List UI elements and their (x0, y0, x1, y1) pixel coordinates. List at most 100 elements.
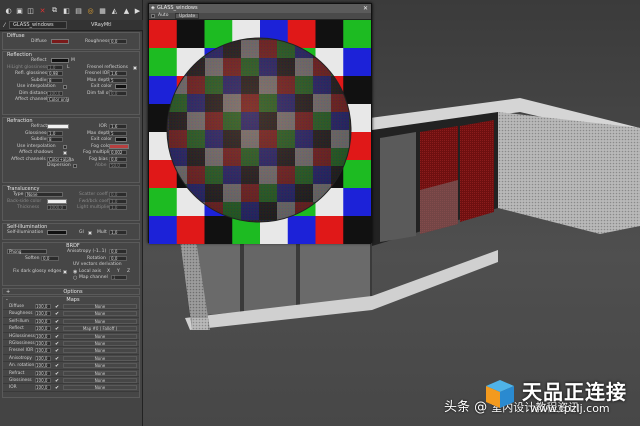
map-row: Diffuse 100,0 ✔ None (3, 303, 139, 311)
close-icon[interactable]: ✕ (363, 4, 368, 13)
back-side-color-swatch[interactable] (47, 198, 67, 204)
abbe-label: Abbe (95, 163, 107, 168)
refr-exit-color-swatch[interactable] (115, 137, 127, 142)
fwd-bck-spinner[interactable]: 1,0 (109, 198, 127, 204)
map-slot-button[interactable]: None (63, 311, 137, 317)
dispersion-checkbox[interactable] (73, 164, 77, 168)
pick-material-icon[interactable]: ◐ (4, 6, 13, 15)
fog-color-swatch[interactable] (109, 143, 129, 149)
refr-use-interp-checkbox[interactable] (63, 144, 67, 149)
self-illum-mult-spinner[interactable]: 1,0 (109, 230, 127, 235)
map-slot-button[interactable]: None (63, 340, 137, 346)
refract-color-swatch[interactable] (47, 124, 69, 129)
watermark-brand: 天品正连接 (522, 380, 627, 404)
show-end-result-icon[interactable]: ◭ (110, 6, 119, 15)
refl-use-interp-checkbox[interactable] (63, 85, 67, 89)
material-parameters-panel[interactable]: Diffuse Diffuse Roughness 0,0 Reflection… (0, 32, 143, 426)
map-slot-name: Self-illum (9, 318, 29, 324)
light-mult-spinner[interactable]: 1,0 (109, 205, 127, 210)
material-name-bar: ⁄ GLASS_windows VRayMtl (0, 20, 143, 31)
map-amount-spinner[interactable]: 100,0 (35, 318, 51, 324)
rotation-spinner[interactable]: 0,0 (109, 255, 127, 261)
map-enable-checkbox[interactable]: ✔ (55, 385, 59, 392)
eyedropper-icon[interactable]: ⁄ (4, 22, 5, 29)
map-channel-radio-icon[interactable]: ○ (73, 275, 77, 282)
map-slot-button[interactable]: None (63, 333, 137, 339)
copy-material-icon[interactable]: ⧉ (50, 6, 59, 15)
ior-spinner[interactable]: 1,6 (109, 124, 127, 129)
show-map-icon[interactable]: ▦ (98, 6, 107, 15)
map-amount-spinner[interactable]: 100,0 (35, 363, 51, 369)
map-slot-button[interactable]: None (63, 348, 137, 354)
map-amount-spinner[interactable]: 100,0 (35, 311, 51, 317)
go-to-parent-icon[interactable]: ▲ (122, 6, 131, 15)
assign-material-icon[interactable]: ◫ (26, 6, 35, 15)
put-to-library-icon[interactable]: ▤ (74, 6, 83, 15)
go-forward-icon[interactable]: ▶ (133, 6, 142, 15)
map-amount-spinner[interactable]: 100,0 (35, 333, 51, 339)
map-row: Glossiness 100,0 ✔ None (3, 377, 139, 385)
map-amount-spinner[interactable]: 100,0 (35, 326, 51, 332)
soften-spinner[interactable]: 0,0 (41, 255, 59, 261)
fog-bias-spinner[interactable]: 0,0 (109, 156, 127, 162)
map-amount-spinner[interactable]: 100,0 (35, 355, 51, 361)
translucency-type-dropdown[interactable]: None (25, 192, 63, 197)
auto-checkbox[interactable] (151, 14, 155, 18)
scatter-coeff-spinner[interactable]: 0,0 (109, 192, 127, 197)
brdf-type-dropdown[interactable]: Phong (7, 249, 47, 254)
map-slot-button[interactable]: None (63, 318, 137, 324)
preview-window-titlebar[interactable]: ◈ GLASS_windows ✕ (149, 4, 371, 13)
refr-gloss-spinner[interactable]: 1,0 (47, 130, 63, 136)
self-illum-gi-checkbox[interactable] (88, 231, 92, 235)
dim-distance-spinner[interactable]: 100,0 (47, 90, 63, 96)
map-channel-spinner[interactable]: 1 (111, 275, 127, 280)
material-name-field[interactable]: GLASS_windows (9, 21, 68, 29)
make-unique-icon[interactable]: ◧ (62, 6, 71, 15)
fog-mult-spinner[interactable]: 0,002 (109, 150, 127, 155)
refr-affect-channels-dropdown[interactable]: Color+alpha (47, 156, 74, 162)
dim-falloff-spinner[interactable]: 0,0 (109, 90, 127, 96)
options-rollout[interactable]: + Options (2, 288, 140, 295)
fresnel-ior-spinner[interactable]: 1,6 (109, 71, 127, 76)
map-amount-spinner[interactable]: 100,0 (35, 385, 51, 391)
material-preview-window[interactable]: ◈ GLASS_windows ✕ Auto Update (148, 3, 372, 244)
refl-max-depth-spinner[interactable]: 5 (109, 77, 127, 83)
self-illum-label: Self-illumination (7, 230, 44, 235)
map-slot-button[interactable]: None (63, 370, 137, 376)
map-amount-spinner[interactable]: 100,0 (35, 304, 51, 309)
refl-exit-color-swatch[interactable] (115, 84, 127, 89)
refl-affect-channels-label: Affect channels (15, 97, 50, 102)
maps-list: Diffuse 100,0 ✔ None Roughness 100,0 ✔ None Self… (3, 303, 139, 392)
diffuse-color-swatch[interactable] (51, 39, 69, 44)
affect-shadows-checkbox[interactable] (63, 151, 67, 155)
hilight-gloss-spinner[interactable]: 1,0 (47, 64, 63, 70)
abbe-spinner[interactable]: 50,0 (109, 163, 127, 168)
refr-subdivs-spinner[interactable]: 8 (47, 137, 63, 142)
material-id-icon[interactable]: ◎ (86, 6, 95, 15)
map-amount-spinner[interactable]: 100,0 (35, 340, 51, 346)
refl-affect-channels-dropdown[interactable]: Color only (47, 97, 69, 102)
reset-material-icon[interactable]: ✕ (38, 6, 47, 15)
map-slot-button[interactable]: None (63, 304, 137, 309)
map-amount-spinner[interactable]: 100,0 (35, 348, 51, 354)
map-slot-button[interactable]: None (63, 385, 137, 391)
material-type-button[interactable]: VRayMtl (91, 22, 111, 28)
map-amount-spinner[interactable]: 100,0 (35, 370, 51, 376)
map-slot-button[interactable]: None (63, 377, 137, 383)
map-amount-spinner[interactable]: 100,0 (35, 377, 51, 383)
refr-max-depth-spinner[interactable]: 5 (109, 130, 127, 136)
self-illum-color-swatch[interactable] (47, 230, 67, 235)
refl-subdivs-spinner[interactable]: 8 (47, 77, 63, 83)
fresnel-checkbox[interactable] (133, 65, 137, 70)
map-slot-button[interactable]: None (63, 363, 137, 369)
map-slot-button[interactable]: Map #0 ( Falloff ) (63, 326, 137, 332)
reflect-color-swatch[interactable] (51, 58, 69, 63)
refl-gloss-spinner[interactable]: 0,98 (47, 71, 63, 76)
roughness-spinner[interactable]: 0,0 (109, 39, 127, 44)
thickness-spinner[interactable]: 1000,0 (47, 205, 67, 210)
fix-dark-edges-checkbox[interactable] (63, 269, 67, 274)
map-slot-name: Roughness (9, 311, 33, 317)
anisotropy-spinner[interactable]: 0,0 (109, 249, 127, 254)
put-to-scene-icon[interactable]: ▣ (15, 6, 24, 15)
map-slot-button[interactable]: None (63, 355, 137, 361)
